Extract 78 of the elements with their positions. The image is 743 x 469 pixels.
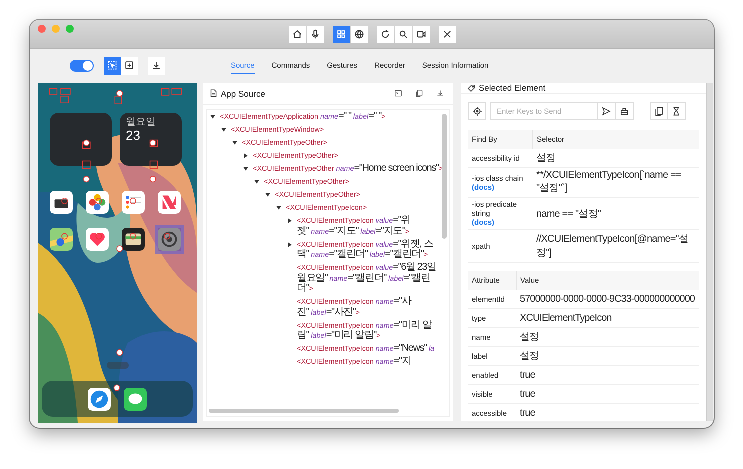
locate-button[interactable] <box>468 102 486 120</box>
send-keys-button[interactable] <box>598 102 616 120</box>
calendar-icon[interactable] <box>50 191 73 214</box>
widget[interactable] <box>50 113 112 166</box>
table-cell: **/XCUIElementTypeIcon[`name == "설정"`] <box>532 168 699 198</box>
copy-icon[interactable] <box>415 89 424 98</box>
table-cell: name == "설정" <box>532 198 699 230</box>
table-cell: //XCUIElementTypeIcon[@name="설정"] <box>532 230 699 262</box>
table-cell: true <box>516 404 699 422</box>
table-cell: 설정 <box>516 346 699 366</box>
panel-title: App Source <box>221 88 266 98</box>
expand-arrow-icon[interactable] <box>287 242 293 248</box>
expand-arrow-icon[interactable] <box>210 114 216 120</box>
chat-bubble-icon[interactable] <box>124 388 147 410</box>
news-icon[interactable] <box>158 191 181 214</box>
panel-title: Selected Element <box>479 83 546 93</box>
table-cell: true <box>516 384 699 404</box>
refresh-button[interactable] <box>377 26 394 42</box>
wallet-icon[interactable] <box>122 228 145 251</box>
calendar-widget[interactable]: 월요일 23 <box>120 113 182 166</box>
close-button[interactable] <box>439 26 456 42</box>
close-icon <box>442 28 453 40</box>
globe-icon <box>354 28 365 40</box>
plus-square-icon <box>124 60 135 71</box>
timing-button[interactable] <box>668 102 686 120</box>
list-icon[interactable] <box>122 191 145 214</box>
send-icon <box>601 106 612 116</box>
horizontal-scrollbar[interactable] <box>209 409 399 413</box>
download-button[interactable] <box>148 56 165 74</box>
gear-icon[interactable] <box>158 228 181 251</box>
search-button[interactable] <box>395 26 412 42</box>
grid-icon <box>336 28 347 40</box>
copy-icon <box>654 106 664 116</box>
table-cell: 57000000-0000-0000-9C33-000000000000 <box>516 290 699 308</box>
clear-button[interactable] <box>616 102 634 120</box>
table-cell: 설정 <box>532 149 699 168</box>
expand-arrow-icon[interactable] <box>243 166 249 172</box>
tap-mode-button[interactable] <box>121 56 138 74</box>
eraser-icon <box>619 106 630 116</box>
video-button[interactable] <box>413 26 430 42</box>
flower-icon[interactable] <box>86 191 109 214</box>
home-icon <box>292 28 303 40</box>
map-icon[interactable] <box>50 228 73 251</box>
device-screen[interactable]: 월요일 23 <box>38 83 197 423</box>
expand-arrow-icon[interactable] <box>287 218 293 224</box>
widget-date: 23 <box>126 128 142 143</box>
expand-arrow-icon[interactable] <box>232 140 238 146</box>
home-button[interactable] <box>289 26 306 42</box>
widget-day: 월요일 <box>126 117 176 128</box>
vertical-scrollbar[interactable] <box>442 114 447 239</box>
expand-arrow-icon[interactable] <box>265 192 271 198</box>
table-cell: true <box>516 366 699 384</box>
vertical-scrollbar[interactable] <box>706 83 713 421</box>
expand-arrow-icon[interactable] <box>243 153 249 160</box>
download-icon[interactable] <box>436 89 445 98</box>
download-icon <box>151 60 162 71</box>
cursor-icon <box>107 60 118 71</box>
video-icon <box>416 28 427 40</box>
microphone-icon <box>310 28 321 40</box>
microphone-button[interactable] <box>307 26 324 42</box>
copy-button[interactable] <box>650 102 668 120</box>
compass-icon[interactable] <box>88 388 111 410</box>
terminal-icon[interactable] <box>394 89 403 98</box>
table-cell: 설정 <box>516 328 699 346</box>
toggle-switch[interactable] <box>70 60 94 72</box>
refresh-icon <box>380 28 391 40</box>
document-icon <box>209 89 218 98</box>
expand-arrow-icon[interactable] <box>276 205 282 212</box>
crosshair-icon <box>472 106 482 116</box>
expand-arrow-icon[interactable] <box>221 127 227 134</box>
expand-arrow-icon[interactable] <box>254 179 260 186</box>
grid-button[interactable] <box>333 26 350 42</box>
hourglass-icon <box>671 106 682 116</box>
select-mode-button[interactable] <box>104 56 121 74</box>
search-icon <box>398 28 409 40</box>
table-cell: XCUIElementTypeIcon <box>516 308 699 328</box>
globe-button[interactable] <box>351 26 368 42</box>
tag-icon <box>467 84 476 92</box>
